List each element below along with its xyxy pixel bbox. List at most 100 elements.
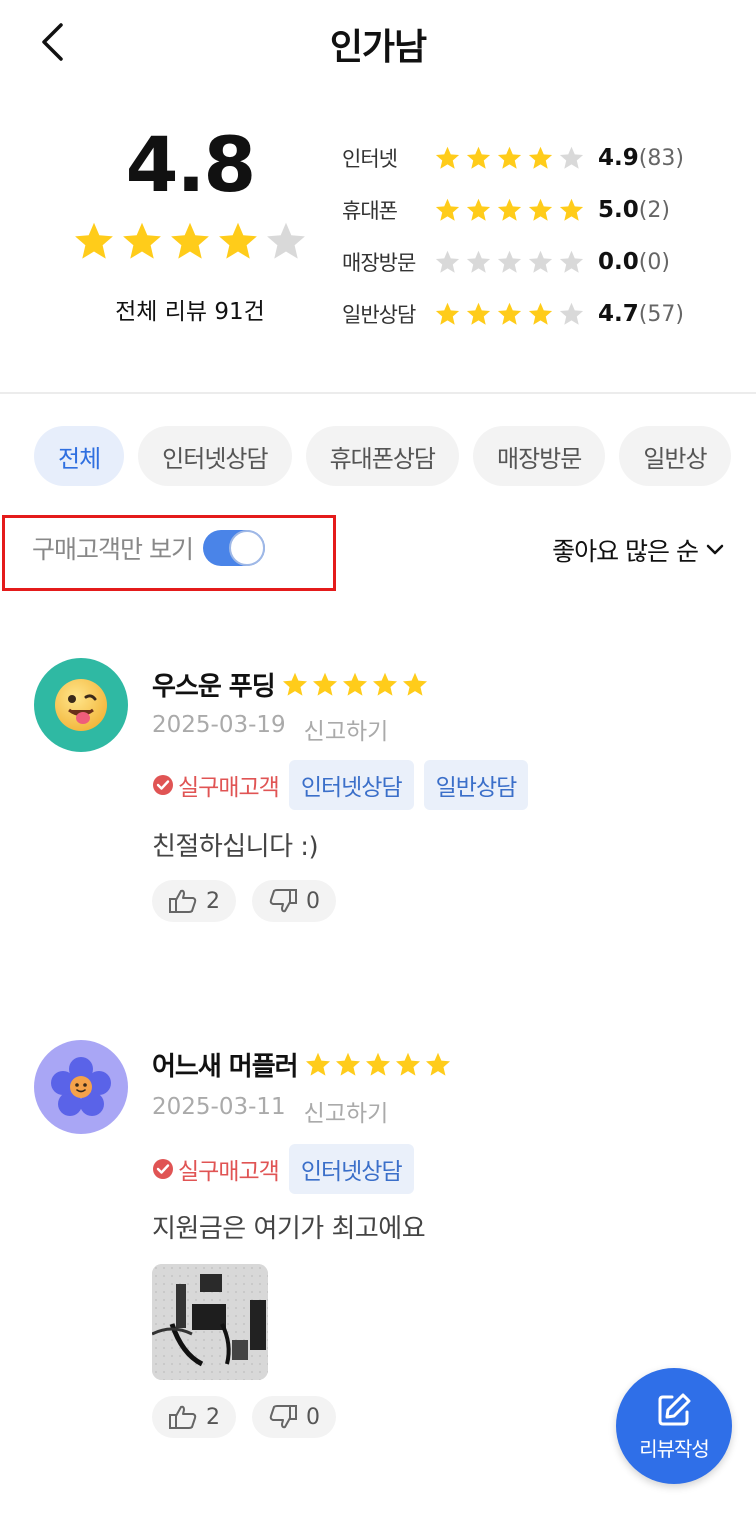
- star-filled-icon: [528, 302, 553, 325]
- chip-all[interactable]: 전체: [34, 426, 125, 486]
- breakdown-stars: [434, 249, 592, 276]
- star-filled-icon: [528, 146, 553, 169]
- write-review-button[interactable]: 리뷰작성: [616, 1368, 732, 1484]
- review-tag: 인터넷상담: [288, 1144, 414, 1194]
- like-button[interactable]: 2: [152, 1396, 236, 1438]
- tongue-face-icon: [55, 679, 107, 731]
- verified-label: 실구매고객: [178, 775, 280, 801]
- breakdown-stars: [434, 197, 592, 224]
- review-meta: 2025-03-19 신고하기: [152, 712, 388, 746]
- breakdown-label: 매장방문: [342, 251, 416, 275]
- chip-store-visit[interactable]: 매장방문: [472, 426, 606, 486]
- edit-icon: [658, 1393, 691, 1425]
- review-stars: [304, 1051, 452, 1079]
- star-empty-icon: [559, 146, 584, 169]
- sort-dropdown[interactable]: 좋아요 많은 순: [552, 532, 724, 568]
- total-reviews-count: 전체 리뷰 91건: [115, 299, 265, 325]
- breakdown-label: 일반상담: [342, 303, 416, 327]
- like-count: 2: [206, 1404, 220, 1430]
- star-filled-icon: [75, 222, 113, 259]
- breakdown-score: 4.7: [598, 301, 639, 327]
- star-filled-icon: [342, 672, 367, 696]
- chip-internet-consult[interactable]: 인터넷상담: [138, 426, 292, 486]
- section-divider: [0, 392, 756, 394]
- buyer-only-toggle[interactable]: [202, 530, 265, 566]
- report-link[interactable]: 신고하기: [304, 712, 389, 746]
- breakdown-row-general: 일반상담 4.7 (57): [342, 288, 742, 340]
- star-filled-icon: [425, 1052, 450, 1076]
- review-item: 우스운 푸딩 2025-03-19 신고하기 실구매고객 인터넷상담 일반상담 …: [0, 658, 756, 938]
- breakdown-stars: [434, 301, 592, 328]
- thumbs-up-icon: [169, 889, 197, 913]
- header: 인가남: [0, 0, 756, 86]
- review-text: 지원금은 여기가 최고에요: [152, 1214, 426, 1244]
- review-reactions: 2 0: [152, 880, 336, 922]
- breakdown-row-store-visit: 매장방문 0.0 (0): [342, 236, 742, 288]
- dislike-button[interactable]: 0: [252, 880, 336, 922]
- sort-label: 좋아요 많은 순: [552, 537, 699, 566]
- breakdown-stars: [434, 145, 592, 172]
- avatar: [34, 658, 128, 752]
- star-filled-icon: [395, 1052, 420, 1076]
- star-filled-icon: [466, 302, 491, 325]
- star-filled-icon: [528, 198, 553, 221]
- review-tag: 일반상담: [423, 760, 529, 810]
- star-filled-icon: [435, 198, 460, 221]
- chip-general-consult[interactable]: 일반상: [619, 426, 731, 486]
- overall-score: 4.8: [125, 120, 257, 209]
- star-empty-icon: [435, 250, 460, 273]
- breakdown-count: (83): [638, 145, 684, 171]
- review-tags: 실구매고객 인터넷상담 일반상담: [152, 760, 529, 810]
- star-filled-icon: [559, 198, 584, 221]
- review-header: 어느새 머플러: [152, 1046, 452, 1083]
- review-reactions: 2 0: [152, 1396, 336, 1438]
- rating-breakdown: 인터넷 4.9 (83) 휴대폰 5.0 (2) 매장방문 0.0 (0) 일반…: [342, 132, 742, 340]
- chip-phone-consult[interactable]: 휴대폰상담: [305, 426, 459, 486]
- breakdown-score: 5.0: [598, 197, 639, 223]
- star-filled-icon: [171, 222, 209, 259]
- buyer-only-label: 구매고객만 보기: [32, 535, 194, 564]
- overall-stars: [72, 220, 308, 264]
- star-empty-icon: [528, 250, 553, 273]
- page-title: 인가남: [329, 27, 427, 68]
- flower-face-icon: [51, 1057, 111, 1116]
- star-empty-icon: [466, 250, 491, 273]
- star-filled-icon: [497, 302, 522, 325]
- check-circle-icon: [153, 1159, 173, 1179]
- star-filled-icon: [123, 222, 161, 259]
- review-meta: 2025-03-11 신고하기: [152, 1094, 388, 1128]
- star-filled-icon: [282, 672, 307, 696]
- breakdown-count: (57): [638, 301, 684, 327]
- star-filled-icon: [335, 1052, 360, 1076]
- thumbs-down-icon: [269, 1405, 297, 1429]
- verified-buyer-badge: 실구매고객: [152, 768, 280, 802]
- star-empty-icon: [497, 250, 522, 273]
- breakdown-count: (0): [638, 249, 670, 275]
- review-date: 2025-03-19: [152, 712, 286, 738]
- reviewer-name: 우스운 푸딩: [152, 672, 276, 702]
- star-filled-icon: [402, 672, 427, 696]
- star-filled-icon: [497, 198, 522, 221]
- like-button[interactable]: 2: [152, 880, 236, 922]
- breakdown-score: 0.0: [598, 249, 639, 275]
- review-tag: 인터넷상담: [288, 760, 414, 810]
- dislike-button[interactable]: 0: [252, 1396, 336, 1438]
- dislike-count: 0: [306, 888, 320, 914]
- review-tags: 실구매고객 인터넷상담: [152, 1144, 414, 1194]
- star-filled-icon: [372, 672, 397, 696]
- verified-buyer-badge: 실구매고객: [152, 1152, 280, 1186]
- star-filled-icon: [497, 146, 522, 169]
- review-photo[interactable]: [152, 1264, 268, 1380]
- buyer-only-filter: 구매고객만 보기: [32, 530, 265, 566]
- check-circle-icon: [153, 775, 173, 795]
- breakdown-label: 휴대폰: [342, 199, 398, 223]
- review-text: 친절하십니다 :): [152, 832, 319, 862]
- report-link[interactable]: 신고하기: [304, 1094, 389, 1128]
- star-filled-icon: [365, 1052, 390, 1076]
- thumbs-up-icon: [169, 1405, 197, 1429]
- star-filled-icon: [312, 672, 337, 696]
- toggle-knob: [228, 530, 265, 566]
- breakdown-label: 인터넷: [342, 147, 398, 171]
- reviewer-name: 어느새 머플러: [152, 1052, 299, 1082]
- write-review-label: 리뷰작성: [639, 1436, 710, 1461]
